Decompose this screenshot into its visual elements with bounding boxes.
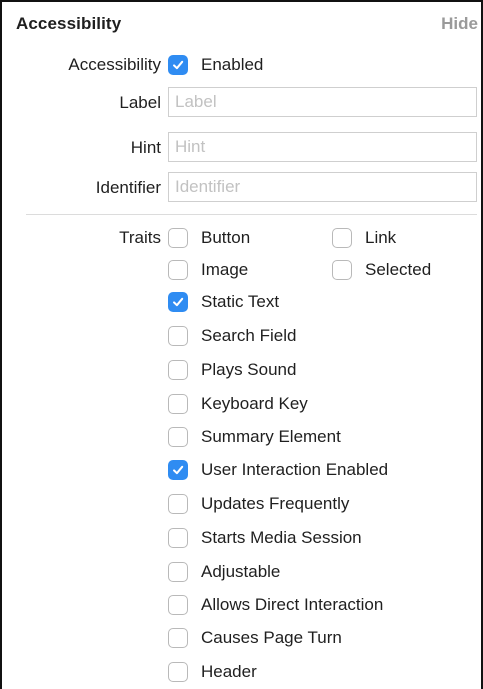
trait-label: User Interaction Enabled (201, 460, 389, 479)
trait-label: Static Text (201, 292, 280, 311)
trait-label: Link (365, 228, 397, 247)
trait-image-checkbox[interactable]: Image (168, 260, 248, 280)
checkbox-box[interactable] (168, 55, 188, 75)
checkbox-box[interactable] (168, 260, 188, 280)
accessibility-enabled-checkbox[interactable]: Enabled (168, 55, 263, 75)
divider (26, 214, 477, 215)
identifier-field-label: Identifier (95, 178, 161, 197)
accessibility-row-label: Accessibility (68, 55, 161, 74)
trait-user-interaction-enabled-checkbox[interactable]: User Interaction Enabled (168, 460, 388, 480)
trait-label: Summary Element (201, 427, 341, 446)
trait-label: Starts Media Session (201, 528, 362, 547)
checkbox-box[interactable] (168, 628, 188, 648)
accessibility-inspector-panel: Accessibility Hide Accessibility Enabled… (0, 0, 483, 689)
trait-link-checkbox[interactable]: Link (332, 228, 396, 248)
label-field-row: Label (2, 87, 483, 117)
trait-header-checkbox[interactable]: Header (168, 662, 257, 682)
checkbox-box[interactable] (168, 228, 188, 248)
checkbox-box[interactable] (168, 326, 188, 346)
trait-label: Adjustable (201, 562, 281, 581)
trait-static-text-checkbox[interactable]: Static Text (168, 292, 279, 312)
identifier-input[interactable] (168, 172, 477, 202)
trait-causes-page-turn-checkbox[interactable]: Causes Page Turn (168, 628, 342, 648)
trait-adjustable-checkbox[interactable]: Adjustable (168, 562, 280, 582)
trait-label: Keyboard Key (201, 394, 308, 413)
trait-label: Image (201, 260, 249, 279)
trait-selected-checkbox[interactable]: Selected (332, 260, 431, 280)
checkbox-box[interactable] (168, 528, 188, 548)
checkbox-box[interactable] (168, 460, 188, 480)
checkbox-box[interactable] (168, 662, 188, 682)
checkbox-box[interactable] (168, 394, 188, 414)
section-title: Accessibility (16, 14, 122, 33)
label-input[interactable] (168, 87, 477, 117)
hint-input[interactable] (168, 132, 477, 162)
checkbox-box[interactable] (168, 427, 188, 447)
checkmark-icon (173, 60, 184, 70)
hide-section-button[interactable]: Hide (441, 14, 478, 34)
hint-field-label: Hint (130, 138, 161, 157)
trait-button-checkbox[interactable]: Button (168, 228, 250, 248)
hint-field-row: Hint (2, 132, 483, 162)
trait-label: Header (201, 662, 257, 681)
label-field-label: Label (119, 93, 161, 112)
trait-plays-sound-checkbox[interactable]: Plays Sound (168, 360, 296, 380)
traits-label: Traits (119, 228, 161, 247)
trait-label: Updates Frequently (201, 494, 350, 513)
checkbox-box[interactable] (168, 562, 188, 582)
trait-label: Plays Sound (201, 360, 297, 379)
checkbox-box[interactable] (168, 360, 188, 380)
checkbox-box[interactable] (168, 595, 188, 615)
trait-starts-media-session-checkbox[interactable]: Starts Media Session (168, 528, 362, 548)
trait-label: Causes Page Turn (201, 628, 342, 647)
trait-label: Search Field (201, 326, 297, 345)
checkbox-box[interactable] (168, 494, 188, 514)
checkmark-icon (173, 465, 184, 475)
trait-summary-element-checkbox[interactable]: Summary Element (168, 427, 341, 447)
checkbox-box[interactable] (168, 292, 188, 312)
identifier-field-row: Identifier (2, 172, 483, 202)
trait-label: Selected (365, 260, 432, 279)
checkbox-box[interactable] (332, 228, 352, 248)
accessibility-enabled-label: Enabled (201, 55, 264, 74)
section-header: Accessibility Hide (16, 14, 478, 36)
trait-search-field-checkbox[interactable]: Search Field (168, 326, 296, 346)
trait-updates-frequently-checkbox[interactable]: Updates Frequently (168, 494, 349, 514)
trait-keyboard-key-checkbox[interactable]: Keyboard Key (168, 394, 308, 414)
accessibility-row: Accessibility Enabled (2, 54, 483, 78)
checkmark-icon (173, 297, 184, 307)
checkbox-box[interactable] (332, 260, 352, 280)
trait-label: Allows Direct Interaction (201, 595, 384, 614)
trait-allows-direct-interaction-checkbox[interactable]: Allows Direct Interaction (168, 595, 383, 615)
trait-label: Button (201, 228, 251, 247)
